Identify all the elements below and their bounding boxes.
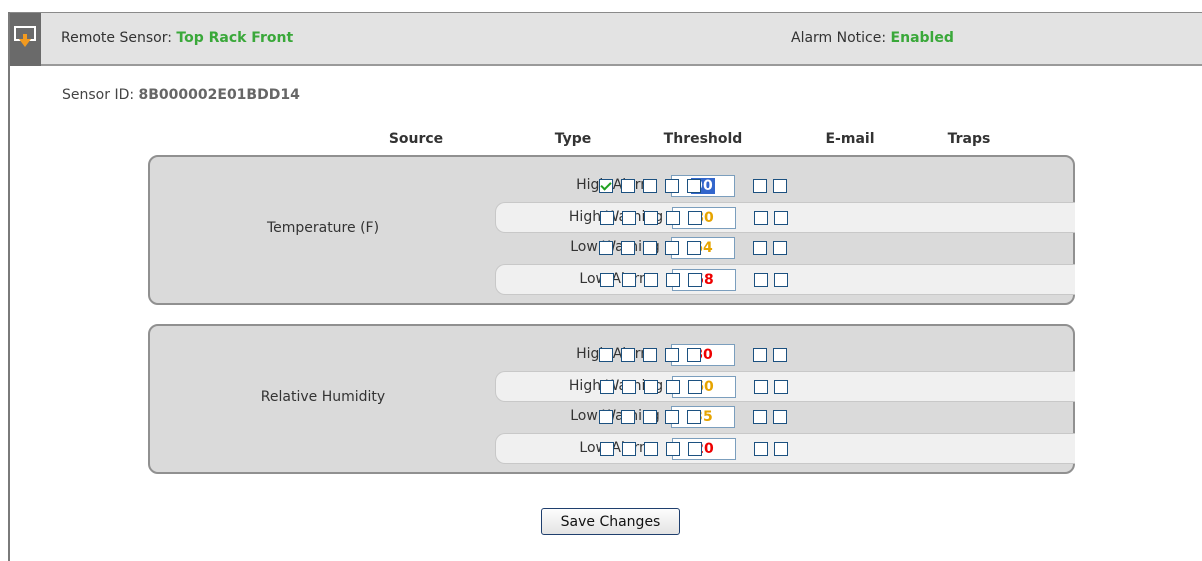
email-checkbox[interactable]	[665, 179, 679, 193]
email-checkbox[interactable]	[600, 442, 614, 456]
email-checkbox[interactable]	[622, 442, 636, 456]
threshold-row: High Alarm 90	[495, 171, 1075, 202]
email-checkbox[interactable]	[666, 442, 680, 456]
trap-checkbox[interactable]	[774, 442, 788, 456]
email-checkbox[interactable]	[599, 179, 613, 193]
threshold-input[interactable]: 64	[671, 237, 735, 259]
email-checkbox[interactable]	[643, 348, 657, 362]
column-header-threshold: Threshold	[663, 131, 743, 147]
trap-checkbox[interactable]	[774, 273, 788, 287]
email-checkbox[interactable]	[643, 179, 657, 193]
email-checkbox[interactable]	[665, 410, 679, 424]
email-checkbox[interactable]	[644, 211, 658, 225]
source-label: Temperature (F)	[266, 220, 380, 236]
sensor-header-bar: Remote Sensor: Top Rack Front Alarm Noti…	[10, 13, 1202, 66]
email-checkbox[interactable]	[688, 380, 702, 394]
remote-sensor-info: Remote Sensor: Top Rack Front	[61, 30, 293, 46]
alarm-notice-label: Alarm Notice:	[791, 30, 891, 46]
threshold-row: High Warning 60	[495, 371, 1075, 402]
trap-checkbox[interactable]	[774, 380, 788, 394]
email-checkbox[interactable]	[687, 241, 701, 255]
email-checkbox[interactable]	[666, 380, 680, 394]
trap-checkbox[interactable]	[753, 241, 767, 255]
sensor-id-value: 8B000002E01BDD14	[138, 87, 300, 103]
email-checkbox[interactable]	[599, 348, 613, 362]
remote-sensor-label: Remote Sensor:	[61, 30, 177, 46]
sensor-id: Sensor ID: 8B000002E01BDD14	[62, 87, 300, 103]
email-checkbox[interactable]	[644, 380, 658, 394]
threshold-row: High Warning 80	[495, 202, 1075, 233]
email-checkbox[interactable]	[621, 348, 635, 362]
column-header-traps: Traps	[947, 131, 991, 147]
column-header-email: E-mail	[825, 131, 875, 147]
email-checkbox[interactable]	[622, 380, 636, 394]
trap-checkbox[interactable]	[754, 211, 768, 225]
email-checkbox[interactable]	[599, 241, 613, 255]
sensor-group: Temperature (F) High Alarm 90 High Warning 8…	[148, 155, 1075, 305]
collapse-down-arrow-icon	[14, 26, 36, 47]
remote-sensor-name: Top Rack Front	[176, 30, 294, 46]
email-checkbox[interactable]	[643, 241, 657, 255]
source-label: Relative Humidity	[260, 389, 386, 405]
trap-checkbox[interactable]	[773, 179, 787, 193]
alarm-notice-status: Enabled	[890, 30, 954, 46]
trap-checkbox[interactable]	[773, 348, 787, 362]
sensor-id-label: Sensor ID:	[62, 87, 139, 103]
threshold-input[interactable]: 60	[672, 376, 736, 398]
email-checkbox[interactable]	[599, 410, 613, 424]
email-checkbox[interactable]	[688, 442, 702, 456]
trap-checkbox[interactable]	[753, 410, 767, 424]
threshold-input[interactable]: 35	[671, 406, 735, 428]
trap-checkbox[interactable]	[754, 380, 768, 394]
email-checkbox[interactable]	[644, 273, 658, 287]
threshold-input[interactable]: 20	[672, 438, 736, 460]
threshold-row: High Alarm 80	[495, 340, 1075, 371]
email-checkbox[interactable]	[621, 241, 635, 255]
email-checkbox[interactable]	[644, 442, 658, 456]
email-checkbox[interactable]	[688, 211, 702, 225]
trap-checkbox[interactable]	[753, 179, 767, 193]
threshold-input[interactable]: 58	[672, 269, 736, 291]
sensor-group: Relative Humidity High Alarm 80 High Warnin…	[148, 324, 1075, 474]
trap-checkbox[interactable]	[773, 410, 787, 424]
email-checkbox[interactable]	[600, 211, 614, 225]
alarm-notice-info: Alarm Notice: Enabled	[791, 30, 954, 46]
email-checkbox[interactable]	[600, 273, 614, 287]
email-checkbox[interactable]	[643, 410, 657, 424]
threshold-row: Low Alarm 58	[495, 264, 1075, 295]
threshold-input[interactable]: 90	[671, 175, 735, 197]
email-checkbox[interactable]	[687, 179, 701, 193]
email-checkbox[interactable]	[600, 380, 614, 394]
threshold-row: Low Warning 35	[495, 402, 1075, 433]
trap-checkbox[interactable]	[753, 348, 767, 362]
email-checkbox[interactable]	[688, 273, 702, 287]
column-header-source: Source	[388, 131, 444, 147]
trap-checkbox[interactable]	[773, 241, 787, 255]
column-header-type: Type	[554, 131, 592, 147]
trap-checkbox[interactable]	[754, 442, 768, 456]
email-checkbox[interactable]	[687, 348, 701, 362]
threshold-input[interactable]: 80	[672, 207, 736, 229]
email-checkbox[interactable]	[621, 179, 635, 193]
email-checkbox[interactable]	[666, 273, 680, 287]
email-checkbox[interactable]	[622, 211, 636, 225]
threshold-row: Low Warning 64	[495, 233, 1075, 264]
frame-left-border	[8, 12, 10, 561]
trap-checkbox[interactable]	[774, 211, 788, 225]
email-checkbox[interactable]	[665, 241, 679, 255]
email-checkbox[interactable]	[621, 410, 635, 424]
threshold-input[interactable]: 80	[671, 344, 735, 366]
threshold-row: Low Alarm 20	[495, 433, 1075, 464]
email-checkbox[interactable]	[622, 273, 636, 287]
email-checkbox[interactable]	[665, 348, 679, 362]
save-changes-button[interactable]: Save Changes	[541, 508, 680, 535]
email-checkbox[interactable]	[666, 211, 680, 225]
email-checkbox[interactable]	[687, 410, 701, 424]
trap-checkbox[interactable]	[754, 273, 768, 287]
collapse-toggle[interactable]	[10, 13, 41, 66]
